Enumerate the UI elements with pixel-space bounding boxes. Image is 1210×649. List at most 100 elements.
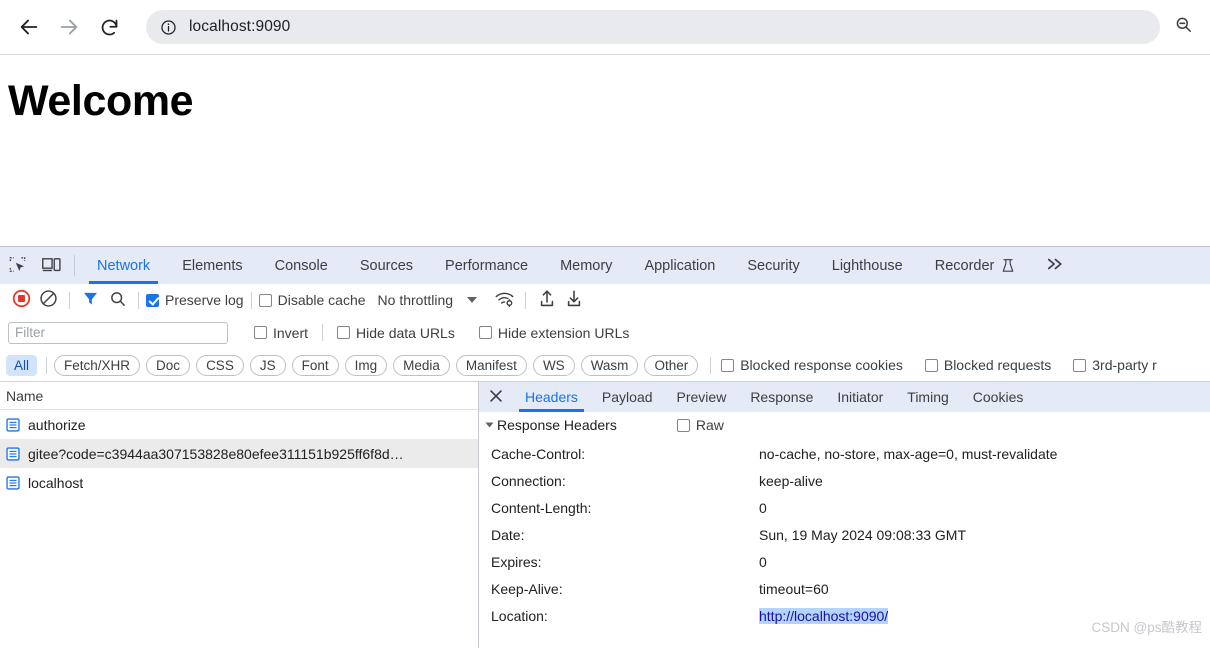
header-row: Content-Length: 0: [479, 494, 1210, 521]
chip-label: Fetch/XHR: [64, 358, 130, 373]
info-circle-icon[interactable]: [160, 19, 177, 36]
tab-label: Sources: [360, 258, 413, 274]
chip-label: Other: [654, 358, 688, 373]
header-value[interactable]: keep-alive: [759, 473, 823, 489]
forward-button[interactable]: [52, 10, 86, 44]
checkbox-box: [677, 419, 690, 432]
toolbar-divider: [525, 292, 526, 309]
hide-extension-urls-checkbox[interactable]: Hide extension URLs: [479, 325, 630, 341]
table-row[interactable]: gitee?code=c3944aa307153828e80efee311151…: [0, 439, 478, 468]
header-name: Cache-Control:: [491, 446, 759, 462]
export-har-button[interactable]: [560, 287, 587, 313]
close-icon: [488, 388, 504, 407]
hide-data-urls-checkbox[interactable]: Hide data URLs: [337, 325, 455, 341]
blocked-response-cookies-label: Blocked response cookies: [740, 357, 903, 373]
network-panes: Name authorize: [0, 381, 1210, 648]
zoom-out-button[interactable]: [1168, 12, 1198, 42]
raw-checkbox[interactable]: Raw: [677, 417, 724, 433]
filter-chip-ws[interactable]: WS: [533, 355, 575, 376]
import-har-button[interactable]: [533, 287, 560, 313]
blocked-requests-checkbox[interactable]: Blocked requests: [925, 357, 1051, 373]
document-icon: [6, 418, 20, 432]
header-value[interactable]: no-cache, no-store, max-age=0, must-reva…: [759, 446, 1057, 462]
filter-chip-other[interactable]: Other: [644, 355, 698, 376]
chip-label: Doc: [156, 358, 180, 373]
request-name: authorize: [28, 417, 86, 433]
chip-label: Media: [403, 358, 440, 373]
filter-chip-media[interactable]: Media: [393, 355, 450, 376]
disable-cache-checkbox[interactable]: Disable cache: [259, 292, 366, 308]
filter-chip-css[interactable]: CSS: [196, 355, 244, 376]
filter-button[interactable]: [77, 287, 104, 313]
third-party-requests-checkbox[interactable]: 3rd-party r: [1073, 357, 1157, 373]
tabbar-divider: [74, 255, 75, 276]
filter-chip-img[interactable]: Img: [345, 355, 388, 376]
detail-tab-headers[interactable]: Headers: [513, 382, 590, 412]
hide-data-urls-label: Hide data URLs: [356, 325, 455, 341]
close-detail-button[interactable]: [479, 382, 513, 412]
throttling-dropdown[interactable]: No throttling: [378, 292, 477, 308]
header-name: Keep-Alive:: [491, 581, 759, 597]
header-name: Expires:: [491, 554, 759, 570]
tab-performance[interactable]: Performance: [429, 247, 544, 284]
header-value[interactable]: http://localhost:9090/: [759, 608, 888, 624]
tab-network[interactable]: Network: [81, 247, 166, 284]
tab-memory[interactable]: Memory: [544, 247, 628, 284]
tab-elements[interactable]: Elements: [166, 247, 258, 284]
invert-checkbox[interactable]: Invert: [254, 325, 308, 341]
table-row[interactable]: authorize: [0, 410, 478, 439]
chip-label: CSS: [206, 358, 234, 373]
tab-label: Performance: [445, 258, 528, 274]
filter-divider: [322, 324, 323, 341]
header-value[interactable]: Sun, 19 May 2024 09:08:33 GMT: [759, 527, 966, 543]
filter-chip-manifest[interactable]: Manifest: [456, 355, 527, 376]
tab-application[interactable]: Application: [628, 247, 731, 284]
chip-label: Img: [355, 358, 378, 373]
address-bar[interactable]: localhost:9090: [146, 10, 1160, 44]
header-value[interactable]: timeout=60: [759, 581, 829, 597]
tab-recorder[interactable]: Recorder: [919, 247, 1032, 284]
detail-tab-payload[interactable]: Payload: [590, 382, 665, 412]
record-button[interactable]: [8, 287, 35, 313]
invert-label: Invert: [273, 325, 308, 341]
detail-tab-response[interactable]: Response: [738, 382, 825, 412]
tab-label: Memory: [560, 258, 612, 274]
reload-button[interactable]: [92, 10, 126, 44]
blocked-response-cookies-checkbox[interactable]: Blocked response cookies: [721, 357, 903, 373]
detail-tab-initiator[interactable]: Initiator: [825, 382, 895, 412]
filter-chip-font[interactable]: Font: [292, 355, 339, 376]
filter-chip-js[interactable]: JS: [250, 355, 286, 376]
chip-label: Manifest: [466, 358, 517, 373]
preserve-log-checkbox[interactable]: Preserve log: [146, 292, 244, 308]
tab-lighthouse[interactable]: Lighthouse: [816, 247, 919, 284]
header-name: Date:: [491, 527, 759, 543]
filter-chip-doc[interactable]: Doc: [146, 355, 190, 376]
filter-input[interactable]: [8, 322, 228, 344]
header-value[interactable]: 0: [759, 554, 767, 570]
detail-tab-timing[interactable]: Timing: [895, 382, 961, 412]
back-button[interactable]: [12, 10, 46, 44]
tab-console[interactable]: Console: [259, 247, 344, 284]
clear-button[interactable]: [35, 287, 62, 313]
table-row[interactable]: localhost: [0, 468, 478, 497]
search-button[interactable]: [104, 287, 131, 313]
header-row: Location: http://localhost:9090/: [479, 602, 1210, 629]
detail-tab-cookies[interactable]: Cookies: [961, 382, 1036, 412]
header-row: Connection: keep-alive: [479, 467, 1210, 494]
tab-label: Elements: [182, 258, 242, 274]
header-value[interactable]: 0: [759, 500, 767, 516]
inspect-element-button[interactable]: [0, 247, 34, 284]
detail-tab-preview[interactable]: Preview: [665, 382, 739, 412]
device-toolbar-button[interactable]: [34, 247, 68, 284]
filter-chip-fetch-xhr[interactable]: Fetch/XHR: [54, 355, 140, 376]
network-toolbar: Preserve log Disable cache No throttling: [0, 284, 1210, 316]
tab-label: Recorder: [935, 258, 995, 274]
tab-overflow-button[interactable]: [1031, 247, 1079, 284]
filter-chip-wasm[interactable]: Wasm: [581, 355, 639, 376]
filter-chip-all[interactable]: All: [6, 355, 37, 376]
requests-column-header[interactable]: Name: [0, 382, 478, 410]
network-conditions-button[interactable]: [491, 287, 518, 313]
tab-security[interactable]: Security: [731, 247, 815, 284]
tab-sources[interactable]: Sources: [344, 247, 429, 284]
disclosure-triangle-icon[interactable]: [486, 423, 494, 428]
